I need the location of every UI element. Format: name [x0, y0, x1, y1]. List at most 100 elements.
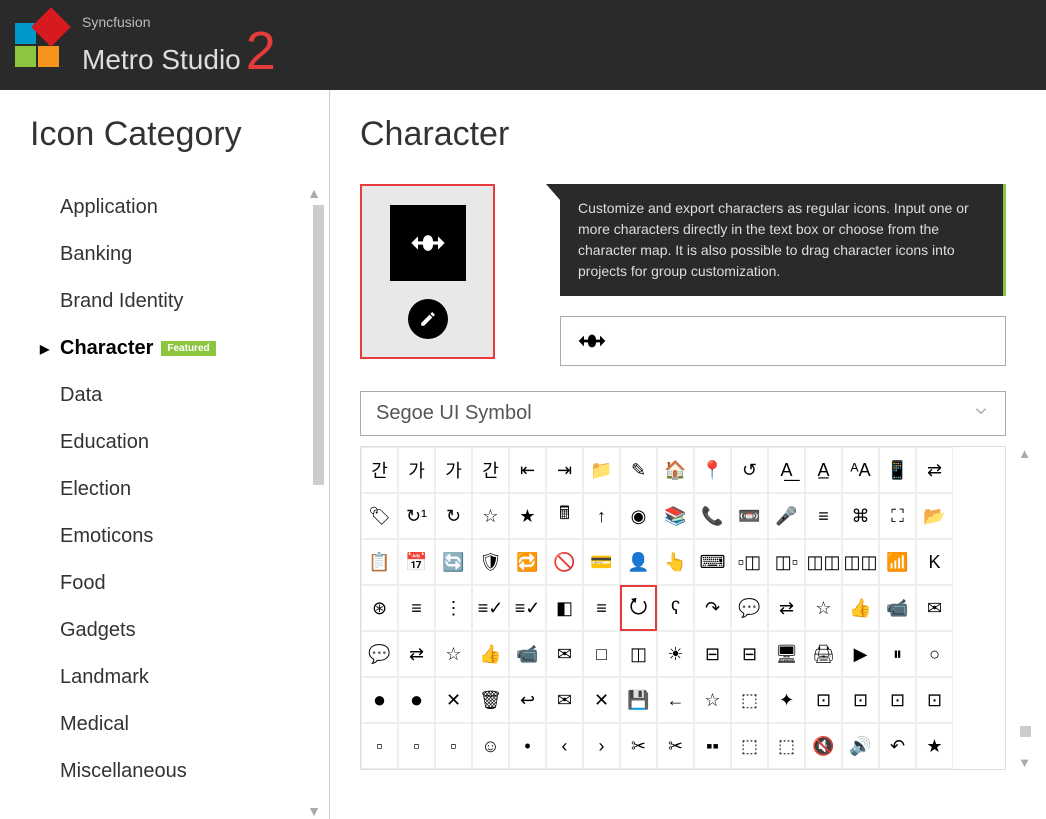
sidebar-scrollbar[interactable] — [313, 205, 324, 485]
char-cell[interactable]: ʕ — [657, 585, 694, 631]
char-cell[interactable]: 📂 — [916, 493, 953, 539]
char-cell[interactable]: ✉ — [916, 585, 953, 631]
sidebar-item-medical[interactable]: Medical — [30, 701, 309, 748]
char-cell[interactable]: A͟ — [768, 447, 805, 493]
char-cell[interactable]: ⊟ — [694, 631, 731, 677]
char-cell[interactable]: 💬 — [361, 631, 398, 677]
char-cell[interactable]: ↻ — [435, 493, 472, 539]
font-dropdown[interactable]: Segoe UI Symbol — [360, 391, 1006, 436]
char-cell[interactable]: ↶ — [879, 723, 916, 769]
char-cell[interactable]: › — [583, 723, 620, 769]
char-cell[interactable]: 📱 — [879, 447, 916, 493]
char-cell[interactable]: ⊡ — [805, 677, 842, 723]
char-cell[interactable]: ☺ — [472, 723, 509, 769]
char-cell[interactable]: ↩ — [509, 677, 546, 723]
char-cell[interactable]: ⊟ — [731, 631, 768, 677]
sidebar-item-application[interactable]: Application — [30, 184, 309, 231]
char-cell[interactable]: ≡ — [805, 493, 842, 539]
char-cell[interactable]: 📅 — [398, 539, 435, 585]
char-cell[interactable]: ☆ — [435, 631, 472, 677]
char-cell[interactable]: 👆 — [657, 539, 694, 585]
char-cell[interactable]: ✂ — [620, 723, 657, 769]
char-cell[interactable]: 👤 — [620, 539, 657, 585]
sidebar-item-data[interactable]: Data — [30, 372, 309, 419]
sidebar-item-brand-identity[interactable]: Brand Identity — [30, 278, 309, 325]
char-cell[interactable]: 🖨 — [805, 631, 842, 677]
char-cell[interactable]: ↺ — [731, 447, 768, 493]
char-cell[interactable]: ◫ — [620, 631, 657, 677]
char-cell[interactable]: 🚫 — [546, 539, 583, 585]
char-cell[interactable]: ↻¹ — [398, 493, 435, 539]
char-cell[interactable]: ▫ — [435, 723, 472, 769]
char-cell[interactable]: ⊡ — [879, 677, 916, 723]
sidebar-item-character[interactable]: CharacterFeatured — [30, 325, 309, 372]
char-cell[interactable]: ● — [361, 677, 398, 723]
char-cell[interactable]: A̲ — [805, 447, 842, 493]
sidebar-item-gadgets[interactable]: Gadgets — [30, 607, 309, 654]
char-cell[interactable]: 🛡 — [472, 539, 509, 585]
char-cell[interactable]: ☆ — [472, 493, 509, 539]
char-cell[interactable]: 🗑 — [472, 677, 509, 723]
char-cell[interactable]: 📼 — [731, 493, 768, 539]
char-cell[interactable]: ▶ — [842, 631, 879, 677]
char-cell[interactable]: 💬 — [731, 585, 768, 631]
char-cell[interactable]: 🔄 — [435, 539, 472, 585]
sidebar-scroll-up-icon[interactable]: ▲ — [307, 185, 321, 201]
char-cell[interactable]: ☆ — [805, 585, 842, 631]
char-cell[interactable]: 🔊 — [842, 723, 879, 769]
char-cell[interactable]: ⇄ — [916, 447, 953, 493]
char-cell[interactable]: 🎤 — [768, 493, 805, 539]
sidebar-item-miscellaneous[interactable]: Miscellaneous — [30, 748, 309, 795]
char-cell[interactable]: ⬚ — [731, 723, 768, 769]
char-cell[interactable]: □ — [583, 631, 620, 677]
char-cell[interactable]: ◫◫ — [842, 539, 879, 585]
char-cell[interactable]: ⌘ — [842, 493, 879, 539]
char-cell[interactable]: 🖩 — [546, 493, 583, 539]
char-cell[interactable]: 🖥 — [768, 631, 805, 677]
char-cell[interactable]: ✉ — [546, 631, 583, 677]
char-cell[interactable]: ◉ — [620, 493, 657, 539]
char-cell[interactable]: 가 — [398, 447, 435, 493]
char-cell[interactable]: 👍 — [842, 585, 879, 631]
char-cell[interactable]: ↷ — [694, 585, 731, 631]
char-cell[interactable]: 📶 — [879, 539, 916, 585]
char-cell[interactable]: 간 — [472, 447, 509, 493]
char-cell[interactable]: ⇄ — [768, 585, 805, 631]
char-cell[interactable]: 📁 — [583, 447, 620, 493]
char-cell[interactable]: ☀ — [657, 631, 694, 677]
grid-scroll-down-icon[interactable]: ▼ — [1018, 755, 1031, 770]
char-cell[interactable]: 가 — [435, 447, 472, 493]
char-cell[interactable]: ⭮ — [620, 585, 657, 631]
char-cell[interactable]: ● — [398, 677, 435, 723]
char-cell[interactable]: ✂ — [657, 723, 694, 769]
char-cell[interactable]: ✕ — [583, 677, 620, 723]
sidebar-item-emoticons[interactable]: Emoticons — [30, 513, 309, 560]
char-cell[interactable]: K — [916, 539, 953, 585]
char-cell[interactable]: ≡ — [398, 585, 435, 631]
char-cell[interactable]: ◫◫ — [805, 539, 842, 585]
char-cell[interactable]: ᴬA — [842, 447, 879, 493]
character-input[interactable] — [560, 316, 1006, 366]
char-cell[interactable]: ⊡ — [916, 677, 953, 723]
sidebar-item-banking[interactable]: Banking — [30, 231, 309, 278]
char-cell[interactable]: 📚 — [657, 493, 694, 539]
char-cell[interactable]: ✎ — [620, 447, 657, 493]
char-cell[interactable]: 📍 — [694, 447, 731, 493]
char-cell[interactable]: ☆ — [694, 677, 731, 723]
char-cell[interactable]: 📞 — [694, 493, 731, 539]
char-cell[interactable]: 📹 — [879, 585, 916, 631]
sidebar-item-education[interactable]: Education — [30, 419, 309, 466]
char-cell[interactable]: 💾 — [620, 677, 657, 723]
char-cell[interactable]: ≡ — [583, 585, 620, 631]
sidebar-item-election[interactable]: Election — [30, 466, 309, 513]
char-cell[interactable]: ⏸ — [879, 631, 916, 677]
char-cell[interactable]: ‹ — [546, 723, 583, 769]
char-cell[interactable]: ▫ — [398, 723, 435, 769]
char-cell[interactable]: ⋮ — [435, 585, 472, 631]
char-cell[interactable]: ⬚ — [731, 677, 768, 723]
char-cell[interactable]: 🏷 — [361, 493, 398, 539]
char-cell[interactable]: ↑ — [583, 493, 620, 539]
char-cell[interactable]: ≡✓ — [472, 585, 509, 631]
char-cell[interactable]: ⊛ — [361, 585, 398, 631]
sidebar-scroll-down-icon[interactable]: ▼ — [307, 803, 321, 819]
